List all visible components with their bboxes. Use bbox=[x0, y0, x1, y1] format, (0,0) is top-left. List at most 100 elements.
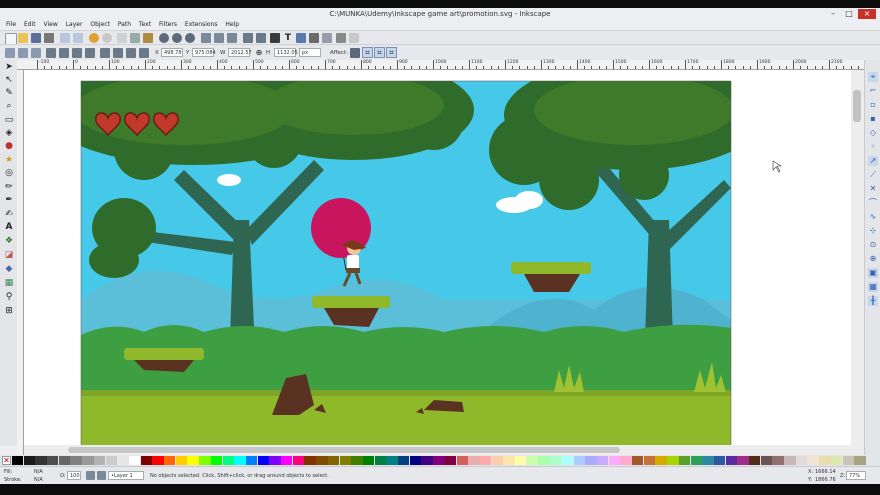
zoom-drawing-icon[interactable] bbox=[172, 33, 182, 43]
snap-midpoints-icon[interactable]: ⊹ bbox=[868, 226, 878, 236]
palette-swatch[interactable] bbox=[164, 456, 176, 465]
scale-stroke-icon[interactable] bbox=[350, 48, 360, 58]
palette-swatch[interactable] bbox=[655, 456, 667, 465]
flip-horizontal-icon[interactable] bbox=[72, 48, 82, 58]
layer-lock-icon[interactable] bbox=[97, 471, 106, 480]
palette-swatch[interactable] bbox=[409, 456, 422, 465]
star-tool-icon[interactable]: ★ bbox=[4, 155, 14, 165]
document-properties-icon[interactable] bbox=[349, 33, 359, 43]
eraser-tool-icon[interactable]: ◪ bbox=[4, 250, 14, 260]
gradient-tool-icon[interactable]: ▦ bbox=[4, 278, 14, 288]
canvas[interactable] bbox=[24, 70, 851, 455]
palette-swatch[interactable] bbox=[503, 456, 515, 465]
palette-swatch[interactable] bbox=[784, 456, 796, 465]
palette-swatch[interactable] bbox=[421, 456, 433, 465]
palette-swatch[interactable] bbox=[702, 456, 714, 465]
palette-swatch[interactable] bbox=[281, 456, 293, 465]
node-tool-icon[interactable]: ↖ bbox=[4, 75, 14, 85]
palette-swatch[interactable] bbox=[807, 456, 819, 465]
w-field[interactable]: 2012.57 bbox=[228, 48, 252, 57]
paste-icon[interactable] bbox=[143, 33, 153, 43]
palette-swatch[interactable] bbox=[632, 456, 644, 465]
palette-swatch[interactable] bbox=[585, 456, 597, 465]
pen-tool-icon[interactable]: ✒ bbox=[4, 195, 14, 205]
menu-layer[interactable]: Layer bbox=[66, 20, 83, 30]
palette-swatch[interactable] bbox=[456, 456, 468, 465]
lower-to-bottom-icon[interactable] bbox=[139, 48, 149, 58]
x-field[interactable]: 498.78 bbox=[161, 48, 183, 57]
rectangle-tool-icon[interactable]: ▭ bbox=[4, 115, 14, 125]
menu-extensions[interactable]: Extensions bbox=[185, 20, 218, 30]
palette-swatch[interactable] bbox=[199, 456, 211, 465]
palette-swatch[interactable] bbox=[269, 456, 281, 465]
cut-icon[interactable] bbox=[130, 33, 140, 43]
palette-swatch[interactable] bbox=[152, 456, 164, 465]
palette-swatch[interactable] bbox=[760, 456, 773, 465]
palette-swatch[interactable] bbox=[491, 456, 504, 465]
unlink-clone-icon[interactable] bbox=[227, 33, 237, 43]
copy-icon[interactable] bbox=[117, 33, 127, 43]
connector-tool-icon[interactable]: ⊞ bbox=[4, 306, 14, 316]
clone-icon[interactable] bbox=[214, 33, 224, 43]
menu-view[interactable]: View bbox=[44, 20, 58, 30]
snap-bbox-corner-icon[interactable]: ▪ bbox=[868, 114, 878, 124]
palette-swatch[interactable] bbox=[245, 456, 258, 465]
snap-page-icon[interactable]: ▣ bbox=[868, 268, 878, 278]
select-all-icon[interactable] bbox=[5, 48, 15, 58]
move-gradients-icon[interactable]: ⌗ bbox=[374, 47, 385, 58]
palette-swatch[interactable] bbox=[713, 456, 726, 465]
menu-text[interactable]: Text bbox=[139, 20, 151, 30]
snap-toggle-icon[interactable]: ⌖ bbox=[868, 72, 878, 82]
align-distribute-icon[interactable] bbox=[322, 33, 332, 43]
fill-stroke-icon[interactable] bbox=[270, 33, 280, 43]
rotate-cw-icon[interactable] bbox=[59, 48, 69, 58]
palette-swatch[interactable] bbox=[795, 456, 808, 465]
raise-icon[interactable] bbox=[113, 48, 123, 58]
spiral-tool-icon[interactable]: ◎ bbox=[4, 168, 14, 178]
zoom-page-icon[interactable] bbox=[185, 33, 195, 43]
pencil-tool-icon[interactable]: ✏ bbox=[4, 182, 14, 192]
close-button[interactable]: × bbox=[858, 9, 876, 19]
snap-rotation-center-icon[interactable]: ⊕ bbox=[868, 254, 878, 264]
snap-grids-icon[interactable]: ▦ bbox=[868, 282, 878, 292]
zoom-tool-icon[interactable]: ⌕ bbox=[4, 101, 14, 111]
palette-swatch[interactable] bbox=[667, 456, 679, 465]
current-layer-select[interactable]: •Layer 1 bbox=[108, 471, 144, 480]
palette-swatch[interactable] bbox=[690, 456, 702, 465]
palette-swatch[interactable] bbox=[433, 456, 445, 465]
palette-swatch[interactable] bbox=[515, 456, 527, 465]
menu-edit[interactable]: Edit bbox=[24, 20, 36, 30]
palette-swatch[interactable] bbox=[620, 456, 632, 465]
flip-vertical-icon[interactable] bbox=[85, 48, 95, 58]
3d-box-tool-icon[interactable]: ◈ bbox=[4, 128, 14, 138]
palette-swatch[interactable] bbox=[772, 456, 784, 465]
zoom-field[interactable]: 77% bbox=[846, 471, 866, 480]
palette-swatch[interactable] bbox=[479, 456, 492, 465]
palette-swatch[interactable] bbox=[643, 456, 656, 465]
palette-swatch[interactable] bbox=[210, 456, 223, 465]
palette-swatch[interactable] bbox=[538, 456, 550, 465]
palette-swatch[interactable] bbox=[58, 456, 71, 465]
text-font-icon[interactable]: T bbox=[283, 33, 293, 43]
text-tool-icon[interactable]: A bbox=[4, 222, 14, 232]
palette-swatch[interactable] bbox=[117, 456, 129, 465]
lower-icon[interactable] bbox=[126, 48, 136, 58]
palette-swatch[interactable] bbox=[444, 456, 457, 465]
palette-swatch[interactable] bbox=[23, 456, 36, 465]
layers-icon[interactable] bbox=[296, 33, 306, 43]
no-paint-swatch-icon[interactable]: ✕ bbox=[2, 456, 11, 465]
palette-swatch[interactable] bbox=[47, 456, 59, 465]
palette-swatch[interactable] bbox=[550, 456, 562, 465]
dropper-tool-icon[interactable]: ⚲ bbox=[4, 292, 14, 302]
selector-tool-icon[interactable]: ➤ bbox=[4, 62, 14, 72]
redo-icon[interactable] bbox=[102, 33, 112, 43]
calligraphy-tool-icon[interactable]: ✍ bbox=[4, 209, 14, 219]
snap-smooth-icon[interactable]: ∿ bbox=[868, 212, 878, 222]
snap-intersections-icon[interactable]: ✕ bbox=[868, 184, 878, 194]
palette-swatch[interactable] bbox=[82, 456, 94, 465]
snap-paths-icon[interactable]: ⟋ bbox=[868, 170, 878, 180]
palette-swatch[interactable] bbox=[140, 456, 153, 465]
unit-select[interactable]: px bbox=[299, 48, 321, 57]
ungroup-icon[interactable] bbox=[256, 33, 266, 43]
fill-value[interactable]: N/A bbox=[34, 469, 43, 475]
